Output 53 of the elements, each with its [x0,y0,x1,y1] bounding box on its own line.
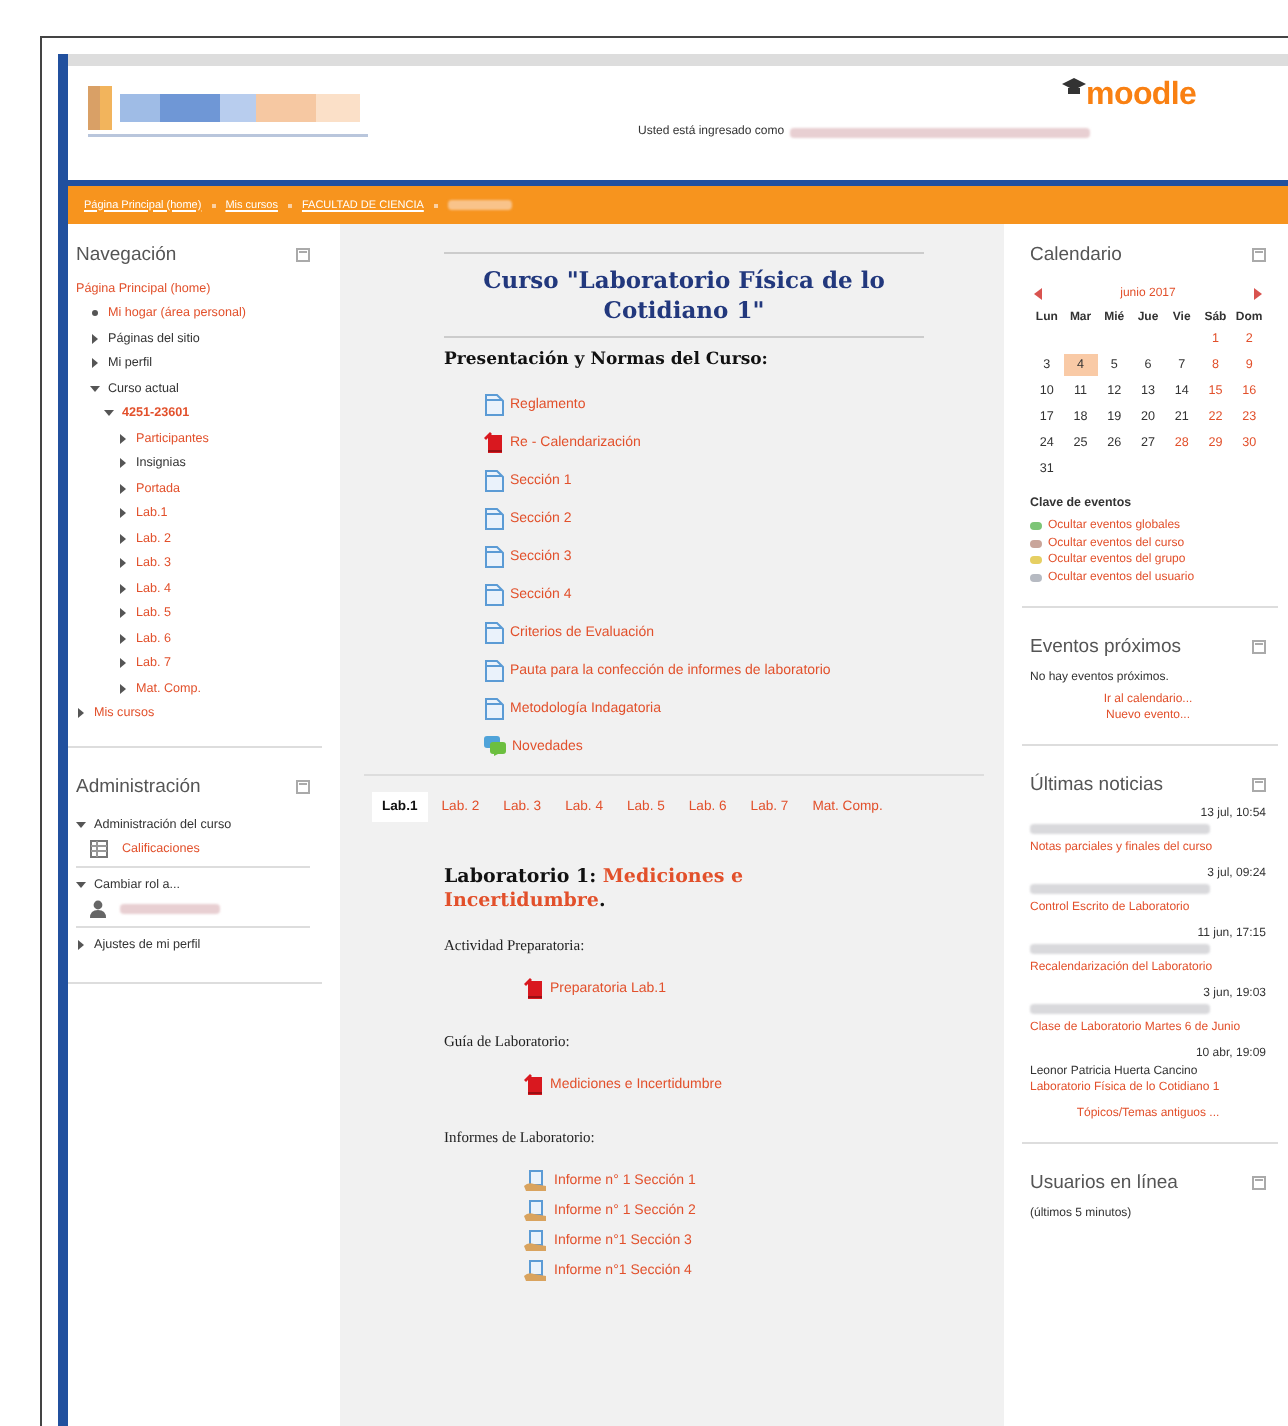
document-icon [484,660,504,682]
next-month-icon[interactable] [1253,288,1262,300]
expanded-arrow-icon[interactable] [104,408,114,419]
collapsed-arrow-icon[interactable] [118,583,128,594]
collapsed-arrow-icon[interactable] [118,683,128,694]
document-icon [484,698,504,720]
block-title: Calendario [1030,243,1122,265]
collapsed-arrow-icon[interactable] [118,483,128,494]
collapsed-arrow-icon[interactable] [76,708,86,719]
document-hand-icon [524,1230,548,1252]
collapsed-arrow-icon[interactable] [118,433,128,444]
section-heading: Presentación y Normas del Curso: [444,350,770,370]
collapsed-arrow-icon[interactable] [90,333,100,344]
table-icon [90,840,108,859]
collapsed-arrow-icon[interactable] [76,939,86,950]
previous-month-icon[interactable] [1034,288,1042,300]
user-icon [90,900,106,919]
document-icon [484,546,504,568]
pdf-icon [484,432,504,454]
blurred-text [120,904,220,915]
expanded-arrow-icon[interactable] [76,879,86,890]
pdf-icon [524,1074,544,1096]
document-icon [484,584,504,606]
block-title: Últimas noticias [1030,773,1164,795]
bullet-icon [90,308,100,319]
block-title: Navegación [76,243,177,265]
block-title: Usuarios en línea [1030,1171,1178,1193]
collapsed-arrow-icon[interactable] [118,658,128,669]
graduation-cap-icon [1062,78,1087,98]
document-hand-icon [524,1170,548,1192]
collapsed-arrow-icon[interactable] [118,458,128,469]
chat-icon [484,736,506,756]
document-icon [484,394,504,416]
lab-title: Laboratorio 1: Mediciones e Incertidumbre. [444,866,746,912]
block-title: Administración [76,775,201,797]
collapsed-arrow-icon[interactable] [118,608,128,619]
document-icon [484,508,504,530]
document-icon [484,470,504,492]
blurred-text [447,200,512,210]
moodle-logo: moodle [1086,78,1197,114]
document-icon [484,622,504,644]
expanded-arrow-icon[interactable] [90,383,100,394]
document-hand-icon [524,1260,548,1282]
expanded-arrow-icon[interactable] [76,819,86,830]
course-title: Curso "Laboratorio Física de lo Cotidiano 1" [481,266,887,326]
document-hand-icon [524,1200,548,1222]
collapsed-arrow-icon[interactable] [118,533,128,544]
collapsed-arrow-icon[interactable] [90,358,100,369]
collapsed-arrow-icon[interactable] [118,558,128,569]
collapsed-arrow-icon[interactable] [118,633,128,644]
pdf-icon [524,978,544,1000]
block-title: Eventos próximos [1030,635,1182,657]
collapsed-arrow-icon[interactable] [118,508,128,519]
